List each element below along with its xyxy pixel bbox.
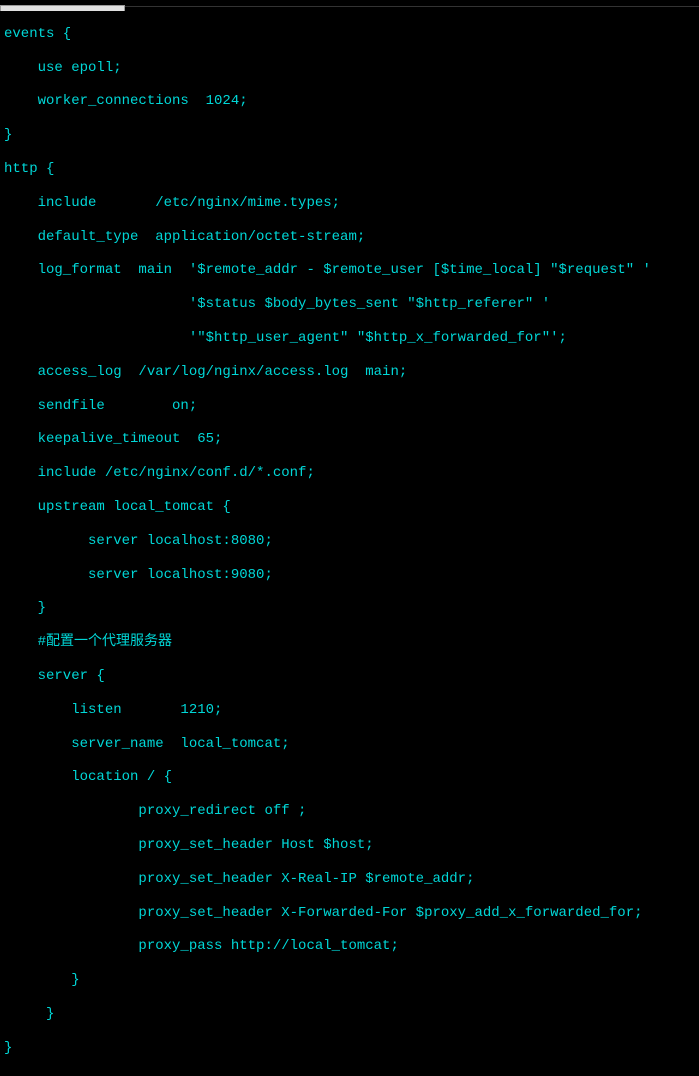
code-line: } (4, 972, 695, 989)
code-line: location / { (4, 769, 695, 786)
code-line: proxy_set_header X-Forwarded-For $proxy_… (4, 905, 695, 922)
code-line: keepalive_timeout 65; (4, 431, 695, 448)
code-line: use epoll; (4, 60, 695, 77)
terminal-content[interactable]: events { use epoll; worker_connections 1… (0, 7, 699, 1076)
code-line: include /etc/nginx/mime.types; (4, 195, 695, 212)
code-line: worker_connections 1024; (4, 93, 695, 110)
code-line: http { (4, 161, 695, 178)
code-line: #配置一个代理服务器 (4, 634, 695, 651)
code-line: '"$http_user_agent" "$http_x_forwarded_f… (4, 330, 695, 347)
code-line: '$status $body_bytes_sent "$http_referer… (4, 296, 695, 313)
code-line: proxy_redirect off ; (4, 803, 695, 820)
code-line: proxy_set_header Host $host; (4, 837, 695, 854)
code-line: include /etc/nginx/conf.d/*.conf; (4, 465, 695, 482)
code-line: } (4, 600, 695, 617)
code-line: access_log /var/log/nginx/access.log mai… (4, 364, 695, 381)
code-line: events { (4, 26, 695, 43)
tab-bar (0, 0, 699, 7)
code-line: } (4, 1006, 695, 1023)
code-line: proxy_set_header X-Real-IP $remote_addr; (4, 871, 695, 888)
code-line: proxy_pass http://local_tomcat; (4, 938, 695, 955)
code-line: upstream local_tomcat { (4, 499, 695, 516)
code-line: server localhost:8080; (4, 533, 695, 550)
code-line: server localhost:9080; (4, 567, 695, 584)
code-line: server_name local_tomcat; (4, 736, 695, 753)
code-line: sendfile on; (4, 398, 695, 415)
code-line: } (4, 127, 695, 144)
code-line: server { (4, 668, 695, 685)
code-line: default_type application/octet-stream; (4, 229, 695, 246)
code-line: log_format main '$remote_addr - $remote_… (4, 262, 695, 279)
code-line: } (4, 1040, 695, 1057)
editor-tab[interactable] (0, 5, 125, 11)
code-line: listen 1210; (4, 702, 695, 719)
